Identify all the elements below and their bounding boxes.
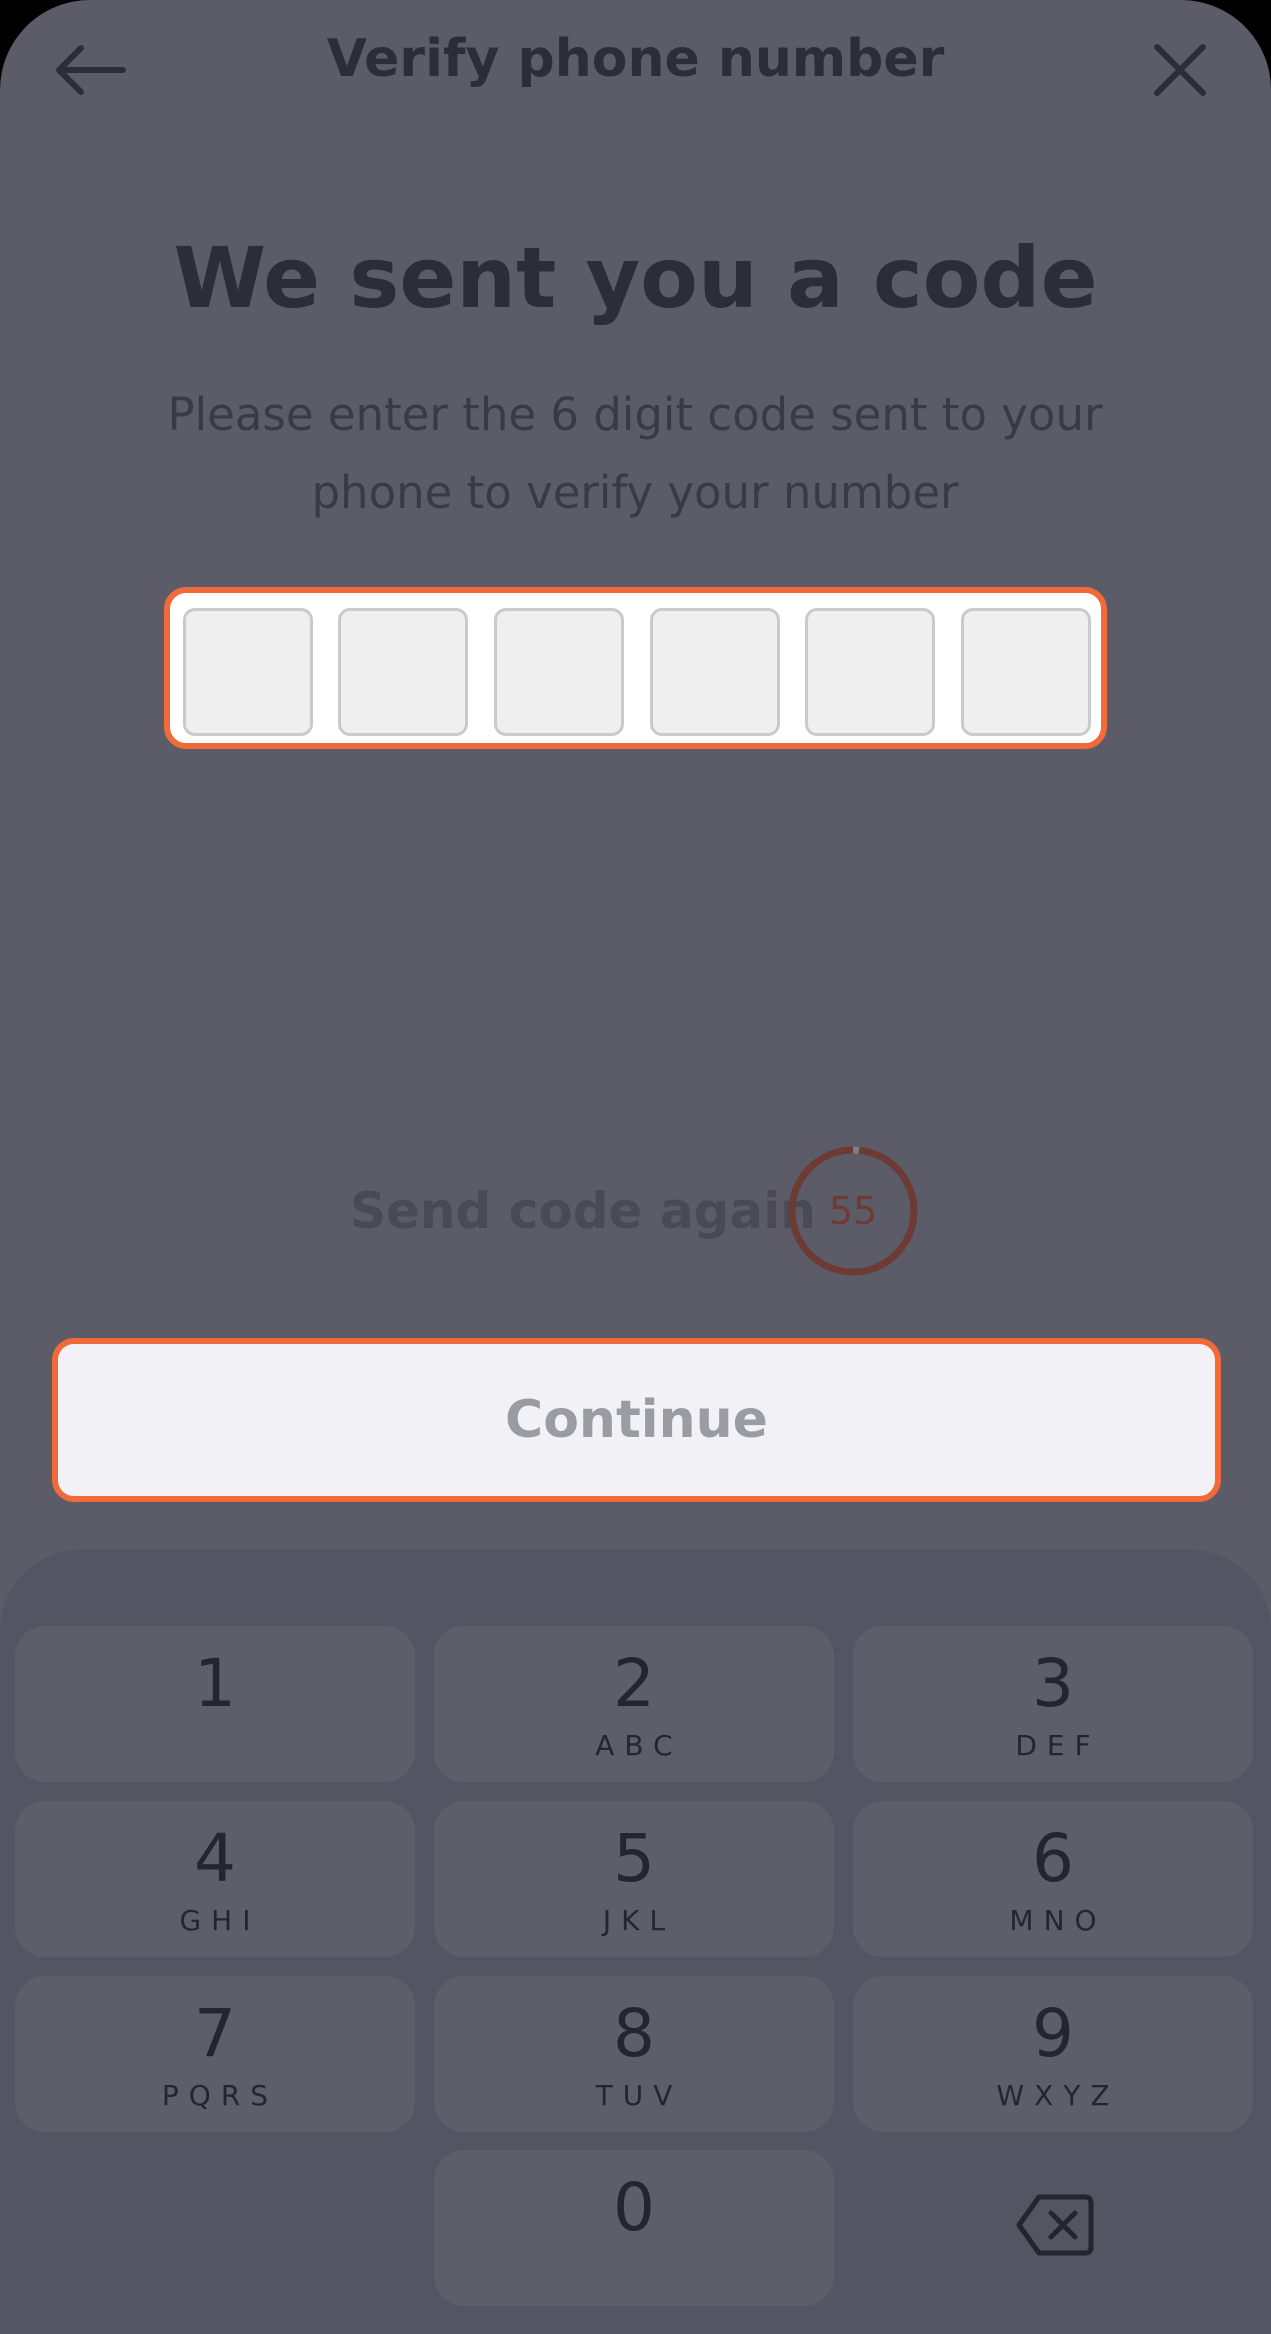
key-8[interactable]: 8 TUV [434, 1976, 834, 2132]
key-letters: DEF [1015, 1729, 1101, 1762]
key-5[interactable]: 5 JKL [434, 1801, 834, 1957]
key-digit: 0 [613, 2169, 655, 2246]
key-6[interactable]: 6 MNO [853, 1801, 1253, 1957]
key-letters: PQRS [161, 2079, 279, 2112]
key-digit: 3 [1032, 1645, 1074, 1722]
key-4[interactable]: 4 GHI [15, 1801, 415, 1957]
code-input[interactable] [164, 587, 1107, 749]
key-letters: JKL [602, 1904, 676, 1937]
page-title: Verify phone number [326, 29, 945, 89]
key-digit: 7 [194, 1995, 236, 2072]
key-9[interactable]: 9 WXYZ [853, 1976, 1253, 2132]
key-digit: 9 [1032, 1995, 1074, 2072]
verify-phone-screen: Verify phone number We sent you a code P… [0, 0, 1271, 2334]
key-7[interactable]: 7 PQRS [15, 1976, 415, 2132]
delete-key[interactable] [1000, 2180, 1110, 2270]
key-1[interactable]: 1 [15, 1626, 415, 1782]
code-digit-5[interactable] [805, 608, 935, 736]
code-digit-1[interactable] [183, 608, 313, 736]
key-digit: 1 [194, 1645, 236, 1722]
close-icon [1154, 44, 1206, 96]
code-digit-6[interactable] [961, 608, 1091, 736]
key-letters: MNO [1009, 1904, 1107, 1937]
key-digit: 6 [1032, 1820, 1074, 1897]
key-2[interactable]: 2 ABC [434, 1626, 834, 1782]
timer-seconds: 55 [828, 1189, 878, 1233]
key-digit: 5 [613, 1820, 655, 1897]
key-digit: 4 [194, 1820, 236, 1897]
key-letters: TUV [595, 2079, 683, 2112]
send-code-again-button[interactable]: Send code again [350, 1176, 816, 1246]
code-digit-4[interactable] [650, 608, 780, 736]
code-digit-2[interactable] [338, 608, 468, 736]
key-digit: 2 [613, 1645, 655, 1722]
key-letters: GHI [179, 1904, 261, 1937]
headline: We sent you a code [173, 229, 1098, 327]
subtitle: Please enter the 6 digit code sent to yo… [135, 376, 1135, 532]
subtitle-line-1: Please enter the 6 digit code sent to yo… [167, 388, 1103, 441]
close-button[interactable] [1130, 20, 1230, 120]
key-letters: ABC [595, 1729, 683, 1762]
key-0[interactable]: 0 [434, 2150, 834, 2306]
key-letters: WXYZ [996, 2079, 1120, 2112]
continue-button[interactable]: Continue [52, 1338, 1221, 1502]
code-digit-3[interactable] [494, 608, 624, 736]
backspace-icon [1016, 2194, 1094, 2256]
resend-timer: 55 [786, 1144, 920, 1278]
subtitle-line-2: phone to verify your number [311, 466, 959, 519]
key-3[interactable]: 3 DEF [853, 1626, 1253, 1782]
key-digit: 8 [613, 1995, 655, 2072]
